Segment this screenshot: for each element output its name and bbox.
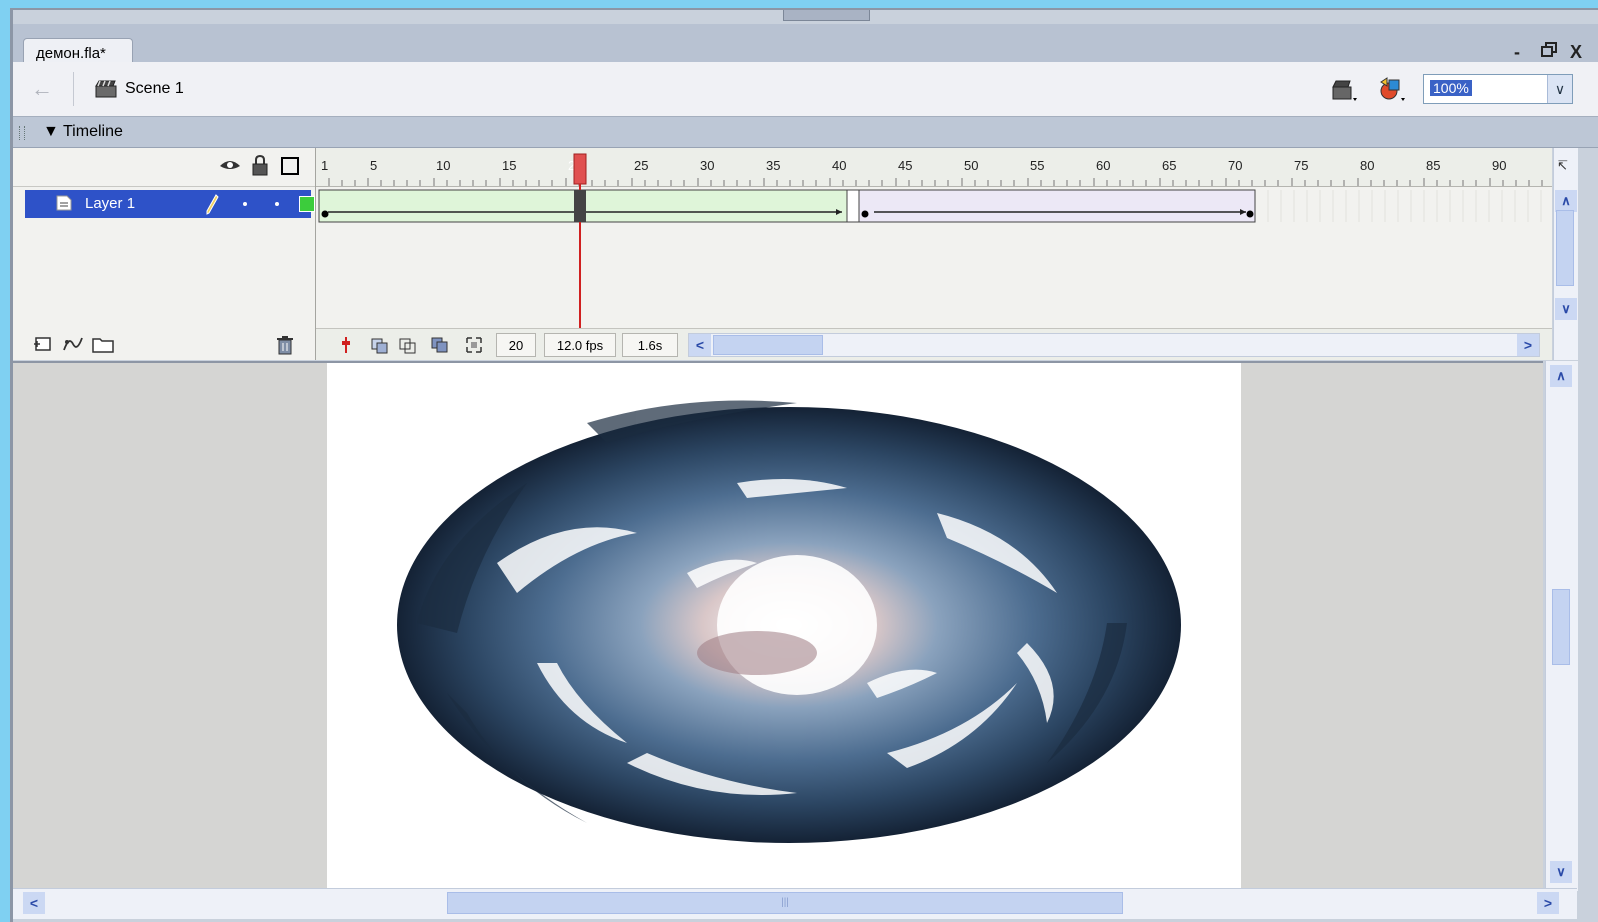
timeline-title[interactable]: ▼ Timeline xyxy=(43,123,123,141)
timeline-status-bar: 20 12.0 fps 1.6s < > xyxy=(316,328,1552,360)
stage[interactable] xyxy=(327,363,1241,893)
layer-header-row xyxy=(13,148,315,187)
keyframe[interactable] xyxy=(321,210,329,218)
vortex-artwork[interactable] xyxy=(327,363,1241,893)
trash-icon[interactable] xyxy=(275,334,295,356)
edit-bar: ← Scene 1 100% ∨ xyxy=(13,62,1598,117)
vortex-shape xyxy=(397,400,1181,843)
scroll-down-icon[interactable]: ∨ xyxy=(1550,861,1572,883)
layer-name[interactable]: Layer 1 xyxy=(85,195,135,212)
center-frame-icon[interactable] xyxy=(336,335,356,355)
restore-button[interactable] xyxy=(1540,42,1557,63)
motion-tween-span[interactable] xyxy=(858,189,1256,223)
timeline-title-text: Timeline xyxy=(63,123,123,140)
outline-icon[interactable] xyxy=(281,157,299,175)
onion-skin-icon[interactable] xyxy=(370,335,390,355)
insert-folder-icon[interactable] xyxy=(91,334,115,354)
layer-page-icon xyxy=(56,195,72,211)
add-motion-guide-icon[interactable] xyxy=(61,334,85,354)
separator xyxy=(73,72,74,106)
collapse-triangle-icon[interactable]: ▼ xyxy=(43,123,59,140)
scroll-left-icon[interactable]: < xyxy=(689,334,711,356)
keyframe-cell[interactable] xyxy=(846,189,860,223)
stage-hscrollbar[interactable]: < ||| > xyxy=(13,888,1577,919)
back-arrow-icon[interactable]: ← xyxy=(31,76,53,102)
ruler-ticks xyxy=(328,178,1543,186)
lock-dot[interactable] xyxy=(275,202,279,206)
empty-frame-cells[interactable] xyxy=(1267,190,1542,222)
visibility-dot[interactable] xyxy=(243,202,247,206)
scroll-thumb[interactable]: ||| xyxy=(447,892,1123,914)
frame-rate-field[interactable]: 12.0 fps xyxy=(544,333,616,357)
panel-gripper[interactable] xyxy=(19,126,25,140)
timeline-hscrollbar[interactable]: < > xyxy=(688,333,1540,357)
edit-scene-icon[interactable] xyxy=(1331,78,1357,102)
scroll-right-icon[interactable]: > xyxy=(1517,334,1539,356)
zoom-value[interactable]: 100% xyxy=(1430,80,1472,96)
scroll-right-icon[interactable]: > xyxy=(1537,892,1559,914)
scroll-down-icon[interactable]: ∨ xyxy=(1555,298,1577,320)
keyframe[interactable] xyxy=(861,210,869,218)
keyframe[interactable] xyxy=(1246,210,1254,218)
layer-outline-color[interactable] xyxy=(299,196,315,212)
onion-skin-outlines-icon[interactable] xyxy=(398,335,418,355)
insert-layer-icon[interactable] xyxy=(33,334,57,354)
frame-view-menu-icon[interactable]: ↸ xyxy=(1557,158,1568,174)
edit-multiple-frames-icon[interactable] xyxy=(430,335,450,355)
window-controls: - X xyxy=(1514,42,1590,63)
scroll-thumb[interactable] xyxy=(1552,589,1570,665)
chevron-down-icon[interactable]: ∨ xyxy=(1547,75,1572,103)
scroll-thumb[interactable] xyxy=(1556,210,1574,286)
layer-toolbar xyxy=(13,328,315,360)
zoom-combobox[interactable]: 100% ∨ xyxy=(1423,74,1573,104)
frames-panel[interactable]: 1 5 10 15 20 25 30 35 40 45 50 55 60 65 … xyxy=(316,148,1552,360)
current-frame-field: 20 xyxy=(496,333,536,357)
edit-symbols-icon[interactable] xyxy=(1377,76,1407,102)
layer-row[interactable]: Layer 1 xyxy=(25,190,315,218)
eye-icon[interactable] xyxy=(219,158,241,172)
scroll-thumb[interactable] xyxy=(713,335,823,355)
layers-panel: Layer 1 xyxy=(13,148,316,360)
timeline-vscrollbar[interactable]: ∧ ∨ xyxy=(1553,148,1578,360)
scene-label[interactable]: Scene 1 xyxy=(125,80,184,98)
flash-document-window: демон.fla* - X ← Scene 1 100% ∨ ▼ Timeli… xyxy=(10,8,1598,922)
elapsed-time-field: 1.6s xyxy=(622,333,678,357)
restore-icon xyxy=(1540,42,1557,57)
pasteboard[interactable] xyxy=(13,361,1543,893)
lock-icon[interactable] xyxy=(251,154,269,176)
close-button[interactable]: X xyxy=(1570,42,1590,63)
scroll-up-icon[interactable]: ∧ xyxy=(1555,190,1577,212)
minimize-button[interactable]: - xyxy=(1514,42,1528,63)
stage-vscrollbar[interactable]: ∧ ∨ xyxy=(1545,361,1578,891)
playhead[interactable] xyxy=(573,153,587,185)
modify-onion-markers-icon[interactable] xyxy=(464,335,484,355)
current-frame-cell[interactable] xyxy=(574,190,586,222)
scroll-left-icon[interactable]: < xyxy=(23,892,45,914)
scroll-up-icon[interactable]: ∧ xyxy=(1550,365,1572,387)
pencil-icon xyxy=(206,194,219,215)
panel-grip[interactable] xyxy=(783,10,870,21)
clapper-icon xyxy=(95,80,117,98)
timeline-header[interactable]: ▼ Timeline xyxy=(13,117,1598,148)
